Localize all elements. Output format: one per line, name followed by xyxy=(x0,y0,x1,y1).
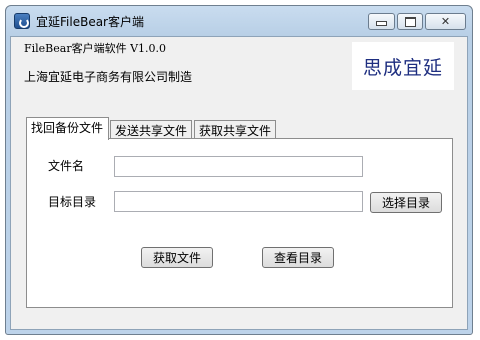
logo-text: 思成宜延 xyxy=(362,56,443,79)
target-dir-input[interactable] xyxy=(114,191,363,212)
file-name-input[interactable] xyxy=(114,156,363,177)
company-logo: 思成宜延 xyxy=(352,42,454,90)
version-text: FileBear客户端软件 V1.0.0 xyxy=(24,42,167,55)
maximize-button[interactable] xyxy=(397,13,423,30)
tab-retrieve-backup[interactable]: 找回备份文件 xyxy=(26,117,109,140)
maximize-icon xyxy=(404,16,416,27)
minimize-button[interactable] xyxy=(368,13,395,30)
get-file-button[interactable]: 获取文件 xyxy=(141,247,213,268)
close-button[interactable]: ✕ xyxy=(425,13,466,30)
tab-send-shared[interactable]: 发送共享文件 xyxy=(110,120,192,139)
tab-label: 找回备份文件 xyxy=(31,121,104,135)
title-bar[interactable]: 宜延FileBear客户端 ✕ xyxy=(6,6,472,36)
target-dir-label: 目标目录 xyxy=(48,195,97,209)
window-title: 宜延FileBear客户端 xyxy=(36,15,144,29)
close-icon: ✕ xyxy=(440,15,451,28)
choose-dir-button[interactable]: 选择目录 xyxy=(370,192,442,213)
view-dir-button[interactable]: 查看目录 xyxy=(262,247,334,268)
file-name-label: 文件名 xyxy=(48,159,85,173)
company-text: 上海宜延电子商务有限公司制造 xyxy=(24,70,193,84)
tab-label: 获取共享文件 xyxy=(199,124,272,138)
tab-get-shared[interactable]: 获取共享文件 xyxy=(194,120,276,139)
tab-label: 发送共享文件 xyxy=(115,124,188,138)
minimize-icon xyxy=(376,21,387,26)
app-icon xyxy=(14,13,30,29)
